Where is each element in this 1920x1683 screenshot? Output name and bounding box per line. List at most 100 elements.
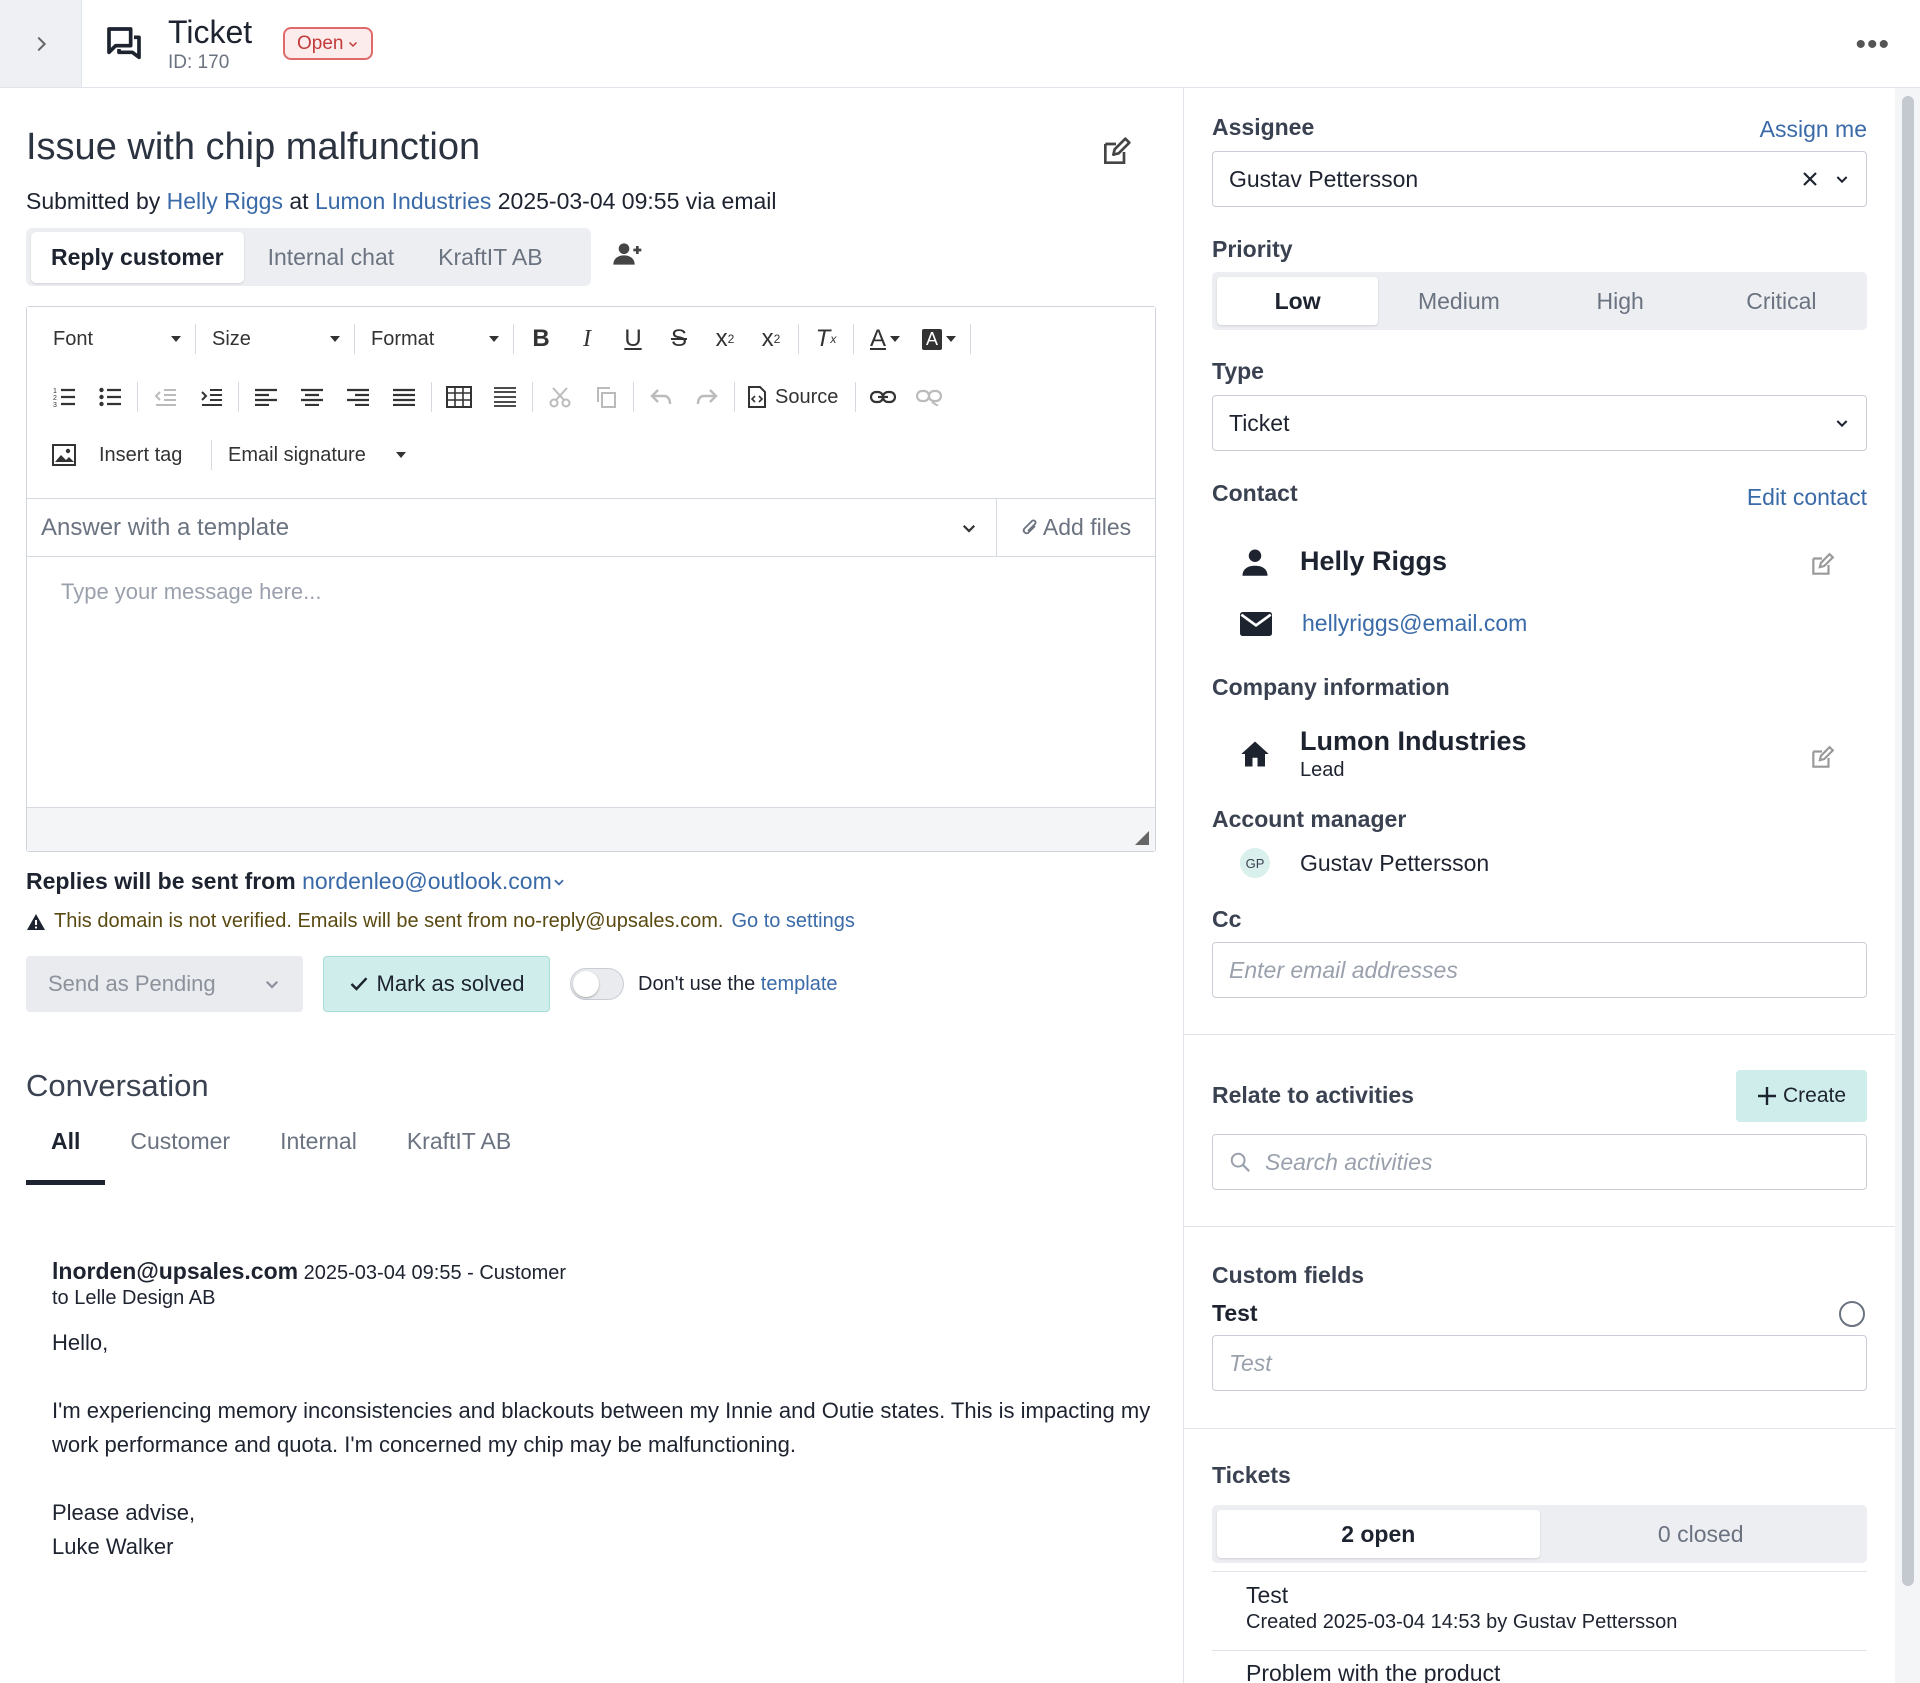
create-label: Create bbox=[1782, 1084, 1847, 1107]
ticket-item-title: Problem with the product bbox=[1246, 1660, 1501, 1683]
company-name[interactable]: Lumon Industries bbox=[1300, 726, 1527, 757]
assignee-value: Gustav Pettersson bbox=[1229, 165, 1419, 192]
mark-as-solved-button[interactable]: Mark as solved bbox=[323, 956, 550, 1012]
strikethrough-icon[interactable]: S bbox=[656, 317, 702, 361]
tab-kraftit[interactable]: KraftIT AB bbox=[418, 232, 562, 283]
tickets-open-tab[interactable]: 2 open bbox=[1217, 1510, 1540, 1558]
priority-critical[interactable]: Critical bbox=[1701, 277, 1862, 325]
link-icon[interactable] bbox=[860, 375, 906, 419]
search-activities-input[interactable]: Search activities bbox=[1212, 1134, 1867, 1190]
justify-icon[interactable] bbox=[381, 375, 427, 419]
size-dropdown[interactable]: Size bbox=[200, 319, 350, 359]
search-placeholder: Search activities bbox=[1265, 1148, 1433, 1175]
outdent-icon[interactable] bbox=[142, 375, 188, 419]
image-icon[interactable] bbox=[41, 433, 87, 477]
assign-me-link[interactable]: Assign me bbox=[1760, 116, 1867, 143]
align-left-icon[interactable] bbox=[243, 375, 289, 419]
sender-email-dropdown[interactable]: nordenleo@outlook.com bbox=[302, 868, 566, 894]
copy-icon[interactable] bbox=[583, 375, 629, 419]
search-icon bbox=[1230, 1152, 1250, 1172]
toolbar-divider bbox=[513, 324, 514, 354]
mark-solved-label: Mark as solved bbox=[376, 971, 525, 996]
message-textarea[interactable]: Type your message here... bbox=[27, 557, 1155, 807]
redo-icon[interactable] bbox=[684, 375, 730, 419]
bullet-list-icon[interactable] bbox=[87, 375, 133, 419]
cc-email-field[interactable]: Enter email addresses bbox=[1212, 942, 1867, 998]
numbered-list-icon[interactable]: 123 bbox=[41, 375, 87, 419]
edit-company-icon[interactable] bbox=[1809, 745, 1835, 771]
more-options-icon[interactable]: ••• bbox=[1855, 28, 1890, 62]
template-link[interactable]: template bbox=[761, 973, 838, 995]
submitted-prefix: Submitted by bbox=[26, 188, 161, 214]
align-right-icon[interactable] bbox=[335, 375, 381, 419]
superscript-icon[interactable]: x2 bbox=[748, 317, 794, 361]
format-dropdown[interactable]: Format bbox=[359, 319, 509, 359]
list-item[interactable]: Problem with the product bbox=[1246, 1660, 1500, 1683]
undo-icon[interactable] bbox=[638, 375, 684, 419]
template-toggle[interactable] bbox=[570, 968, 624, 1000]
template-row: Answer with a template Add files bbox=[27, 499, 1155, 557]
bold-icon[interactable]: B bbox=[518, 317, 564, 361]
contact-email[interactable]: hellyriggs@email.com bbox=[1302, 610, 1527, 637]
resize-handle-icon[interactable] bbox=[1135, 831, 1149, 845]
list-item[interactable]: Test Created 2025-03-04 14:53 by Gustav … bbox=[1246, 1582, 1677, 1634]
align-center-icon[interactable] bbox=[289, 375, 335, 419]
priority-high[interactable]: High bbox=[1540, 277, 1701, 325]
tab-customer[interactable]: Customer bbox=[105, 1128, 255, 1176]
edit-icon[interactable] bbox=[1100, 136, 1132, 168]
create-activity-button[interactable]: Create bbox=[1736, 1070, 1867, 1122]
section-divider bbox=[1184, 1034, 1896, 1035]
tab-internal[interactable]: Internal bbox=[255, 1128, 382, 1176]
status-badge[interactable]: Open bbox=[283, 27, 374, 60]
cut-icon[interactable] bbox=[537, 375, 583, 419]
text-color-icon[interactable]: A bbox=[858, 317, 912, 361]
toolbar-divider bbox=[354, 324, 355, 354]
warning-text: This domain is not verified. Emails will… bbox=[54, 910, 724, 932]
edit-contact-link[interactable]: Edit contact bbox=[1747, 484, 1867, 511]
edit-contact-icon[interactable] bbox=[1809, 552, 1835, 578]
tab-all[interactable]: All bbox=[26, 1128, 106, 1185]
email-signature-dropdown[interactable]: Email signature bbox=[216, 435, 416, 475]
toolbar-divider bbox=[137, 382, 138, 412]
source-button[interactable]: Source bbox=[739, 377, 851, 417]
custom-field-test-input[interactable]: Test bbox=[1212, 1335, 1867, 1391]
scrollbar-thumb[interactable] bbox=[1902, 96, 1914, 1586]
go-to-settings-link[interactable]: Go to settings bbox=[731, 910, 854, 933]
submitter-link[interactable]: Helly Riggs bbox=[167, 188, 283, 214]
send-as-pending-button[interactable]: Send as Pending bbox=[26, 956, 303, 1012]
priority-low[interactable]: Low bbox=[1217, 277, 1379, 325]
conversation-message: lnorden@upsales.com 2025-03-04 09:55 - C… bbox=[52, 1258, 1152, 1564]
type-select[interactable]: Ticket bbox=[1212, 395, 1867, 451]
tickets-closed-tab[interactable]: 0 closed bbox=[1540, 1510, 1863, 1558]
subscript-icon[interactable]: x2 bbox=[702, 317, 748, 361]
add-user-icon[interactable] bbox=[612, 238, 644, 270]
table-icon[interactable] bbox=[436, 375, 482, 419]
template-select[interactable]: Answer with a template bbox=[27, 499, 997, 556]
tab-reply-customer[interactable]: Reply customer bbox=[31, 231, 244, 283]
reply-editor: Font Size Format B I U S x2 x2 Tx A A 1 … bbox=[26, 306, 1156, 852]
contact-name[interactable]: Helly Riggs bbox=[1300, 546, 1447, 577]
svg-text:2: 2 bbox=[53, 395, 57, 402]
indent-icon[interactable] bbox=[188, 375, 234, 419]
tab-internal-chat[interactable]: Internal chat bbox=[248, 232, 415, 283]
insert-tag-button[interactable]: Insert tag bbox=[87, 435, 207, 475]
expand-sidebar-button[interactable] bbox=[0, 0, 82, 87]
custom-field-status-icon[interactable] bbox=[1839, 1301, 1865, 1327]
clear-format-icon[interactable]: Tx bbox=[803, 317, 849, 361]
priority-medium[interactable]: Medium bbox=[1378, 277, 1539, 325]
clear-icon[interactable] bbox=[1802, 171, 1818, 187]
font-dropdown[interactable]: Font bbox=[41, 319, 191, 359]
horizontal-line-icon[interactable] bbox=[482, 375, 528, 419]
company-link[interactable]: Lumon Industries bbox=[315, 188, 491, 214]
svg-text:3: 3 bbox=[53, 402, 57, 407]
assignee-select[interactable]: Gustav Pettersson bbox=[1212, 151, 1867, 207]
italic-icon[interactable]: I bbox=[564, 317, 610, 361]
unlink-icon[interactable] bbox=[906, 375, 952, 419]
chevron-down-icon bbox=[1836, 176, 1848, 184]
sidebar-scrollbar[interactable] bbox=[1895, 88, 1920, 1683]
source-label: Source bbox=[775, 385, 839, 408]
underline-icon[interactable]: U bbox=[610, 317, 656, 361]
background-color-icon[interactable]: A bbox=[912, 317, 966, 361]
add-files-button[interactable]: Add files bbox=[997, 499, 1155, 556]
tab-kraftit-conversation[interactable]: KraftIT AB bbox=[382, 1128, 536, 1176]
